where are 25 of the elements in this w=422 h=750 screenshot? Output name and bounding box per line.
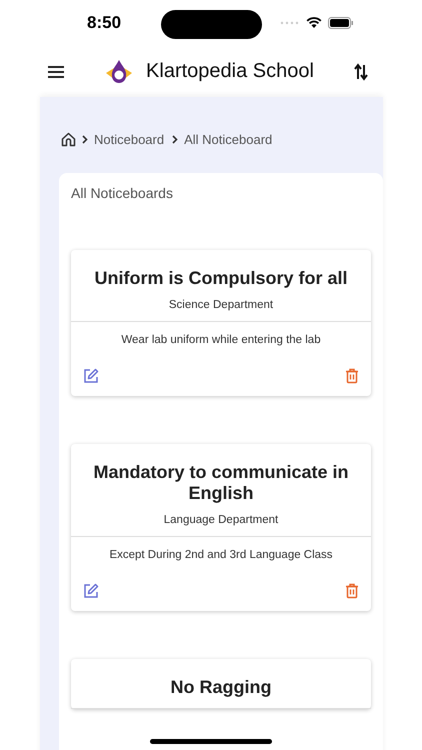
chevron-icon (82, 134, 88, 144)
wifi-icon (306, 17, 322, 29)
notice-title: No Ragging (170, 677, 272, 698)
breadcrumb-link[interactable]: Noticeboard (94, 132, 164, 146)
battery-icon (328, 17, 354, 29)
chevron-icon (172, 134, 178, 144)
edit-icon[interactable] (83, 583, 99, 599)
panel-title: All Noticeboards (71, 185, 174, 201)
app-title: Klartopedia School (146, 60, 314, 83)
sort-icon[interactable] (354, 62, 368, 80)
notice-title: Uniform is Compulsory for all (93, 268, 349, 289)
notice-department: Science Department (168, 299, 274, 311)
signal-icon (280, 20, 300, 26)
delete-icon[interactable] (345, 368, 359, 384)
status-time: 8:50 (87, 13, 122, 33)
notice-text: Except During 2nd and 3rd Language Class (108, 549, 334, 561)
notice-text: Wear lab uniform while entering the lab (120, 334, 322, 346)
notice-title: Mandatory to communicate in English (92, 462, 350, 504)
home-icon[interactable] (61, 132, 76, 146)
menu-icon[interactable] (48, 66, 64, 78)
edit-icon[interactable] (83, 368, 99, 384)
logo-icon (104, 58, 134, 86)
delete-icon[interactable] (345, 583, 359, 599)
notice-department: Language Department (162, 514, 280, 526)
breadcrumb-link[interactable]: All Noticeboard (184, 132, 272, 146)
